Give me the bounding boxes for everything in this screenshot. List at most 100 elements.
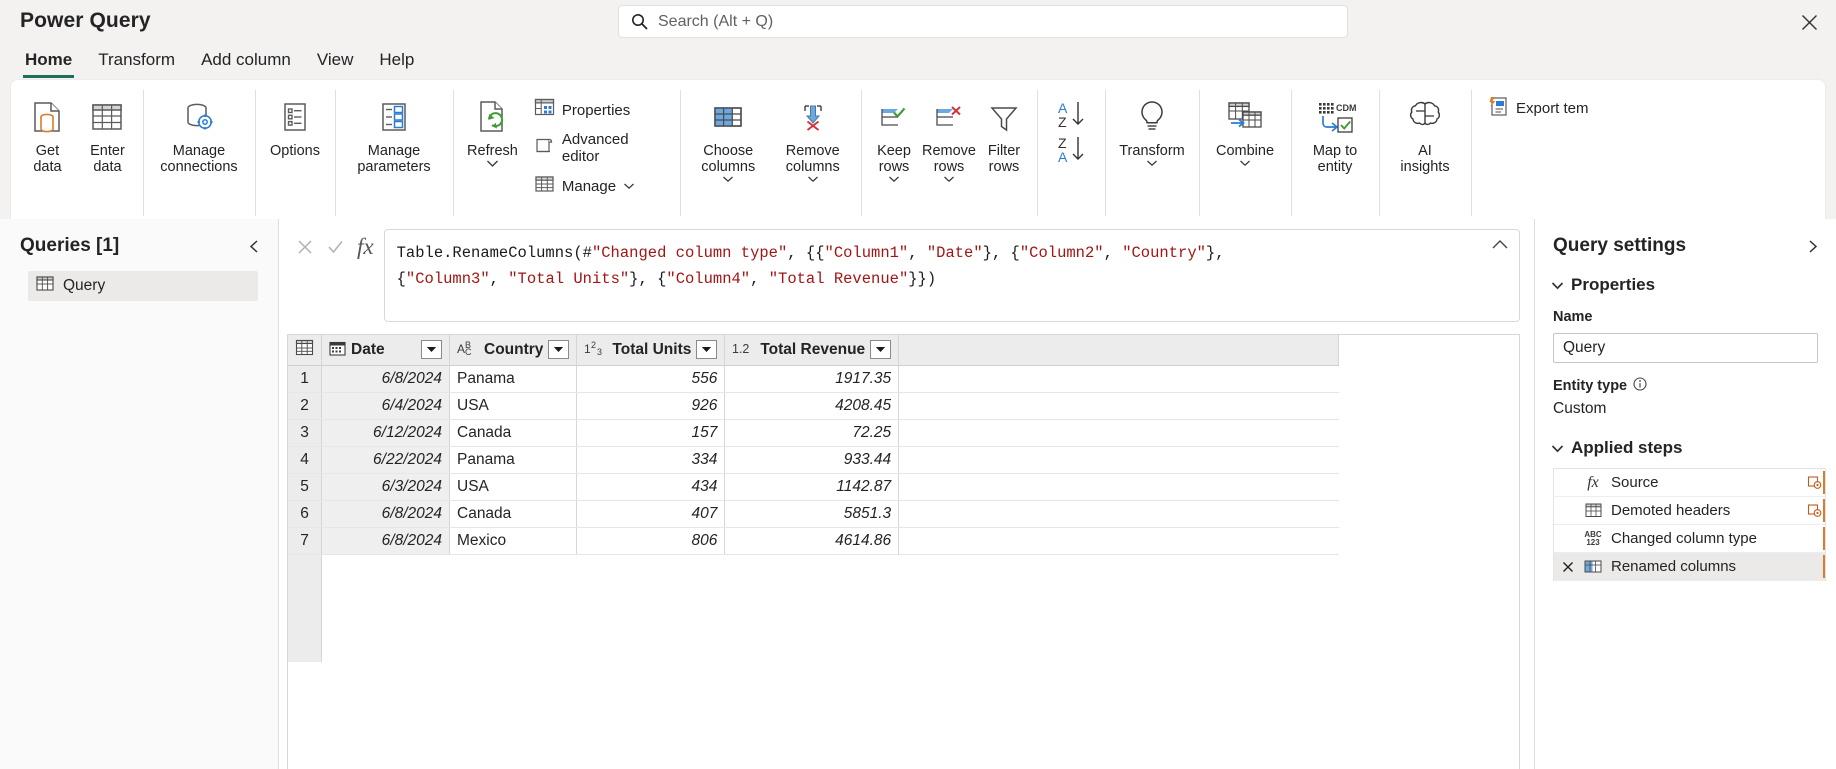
properties-section-header[interactable]: Properties: [1535, 263, 1836, 299]
cell-total-units[interactable]: 434: [576, 473, 726, 501]
applied-steps-section-header[interactable]: Applied steps: [1535, 418, 1836, 462]
cell-country[interactable]: Panama: [449, 365, 578, 393]
settings-gear-icon[interactable]: [1805, 475, 1823, 490]
cell-total-revenue[interactable]: 4208.45: [724, 392, 900, 420]
column-filter-dropdown-icon[interactable]: [696, 340, 718, 360]
tab-home[interactable]: Home: [12, 50, 85, 78]
cell-total-units[interactable]: 157: [576, 419, 726, 447]
filter-rows-button[interactable]: Filter rows: [977, 88, 1031, 175]
remove-columns-button[interactable]: Remove columns: [771, 88, 856, 183]
chevron-right-icon[interactable]: [1802, 236, 1822, 256]
table-row[interactable]: 5 6/3/2024 USA 434 1142.87: [288, 473, 1339, 501]
cell-total-units[interactable]: 407: [576, 500, 726, 528]
applied-step-renamed-columns[interactable]: Renamed columns: [1554, 553, 1825, 581]
column-header-total-revenue[interactable]: 1.2 Total Revenue: [724, 335, 900, 366]
get-data-button[interactable]: Get data: [17, 88, 78, 175]
accept-check-icon[interactable]: [321, 233, 349, 261]
cell-country[interactable]: Panama: [449, 446, 578, 474]
query-list-item[interactable]: Query: [28, 271, 258, 301]
properties-button[interactable]: Properties: [530, 94, 670, 126]
cancel-x-icon[interactable]: [291, 233, 319, 261]
info-icon[interactable]: [1633, 377, 1647, 395]
chevron-down-icon[interactable]: [1239, 159, 1251, 167]
cell-total-revenue[interactable]: 72.25: [724, 419, 900, 447]
cell-total-units[interactable]: 806: [576, 527, 726, 555]
preview-table: Date A B C Country 1 2 3 Total Units 1.2 Total Rev…: [288, 335, 1340, 662]
cell-date[interactable]: 6/12/2024: [321, 419, 450, 447]
column-filter-dropdown-icon[interactable]: [870, 340, 892, 360]
cell-total-revenue[interactable]: 4614.86: [724, 527, 900, 555]
chevron-left-icon[interactable]: [244, 236, 264, 256]
column-header-country[interactable]: A B C Country: [449, 335, 578, 366]
cell-total-revenue[interactable]: 1142.87: [724, 473, 900, 501]
remove-rows-button[interactable]: Remove rows: [921, 88, 977, 183]
chevron-down-icon[interactable]: [722, 175, 734, 183]
advanced-editor-button[interactable]: Advanced editor: [530, 128, 670, 168]
cell-total-units[interactable]: 926: [576, 392, 726, 420]
cell-country[interactable]: Canada: [449, 500, 578, 528]
name-input[interactable]: Query: [1553, 333, 1818, 363]
table-row[interactable]: 4 6/22/2024 Panama 334 933.44: [288, 446, 1339, 474]
ai-insights-button[interactable]: AI insights: [1385, 88, 1465, 175]
close-icon[interactable]: [1796, 9, 1822, 35]
delete-step-icon[interactable]: [1560, 561, 1575, 573]
cell-country[interactable]: Canada: [449, 419, 578, 447]
column-filter-dropdown-icon[interactable]: [421, 340, 442, 360]
cell-date[interactable]: 6/8/2024: [321, 365, 450, 393]
keep-rows-button[interactable]: Keep rows: [867, 88, 921, 183]
table-row[interactable]: 2 6/4/2024 USA 926 4208.45: [288, 392, 1339, 420]
chevron-down-icon[interactable]: [888, 175, 900, 183]
combine-button[interactable]: Combine: [1205, 88, 1285, 167]
applied-step-source[interactable]: fx Source: [1554, 469, 1825, 497]
cell-date[interactable]: 6/4/2024: [321, 392, 450, 420]
column-header-total-units[interactable]: 1 2 3 Total Units: [576, 335, 726, 366]
cell-country[interactable]: Mexico: [449, 527, 578, 555]
chevron-down-icon[interactable]: [623, 177, 635, 195]
table-row[interactable]: 1 6/8/2024 Panama 556 1917.35: [288, 365, 1339, 393]
search-input[interactable]: [658, 12, 1335, 31]
select-all-table-icon[interactable]: [288, 335, 322, 366]
settings-gear-icon[interactable]: [1805, 503, 1823, 518]
chevron-down-icon[interactable]: [943, 175, 955, 183]
tab-view[interactable]: View: [304, 50, 367, 78]
enter-data-button[interactable]: Enter data: [78, 88, 137, 175]
options-button[interactable]: Options: [261, 88, 329, 159]
applied-step-changed-column-type[interactable]: ABC 123 Changed column type: [1554, 525, 1825, 553]
cell-total-units[interactable]: 334: [576, 446, 726, 474]
tab-add-column[interactable]: Add column: [188, 50, 304, 78]
formula-collapse-icon[interactable]: [1491, 238, 1511, 258]
cell-date[interactable]: 6/8/2024: [321, 527, 450, 555]
tab-transform[interactable]: Transform: [85, 50, 188, 78]
cell-country[interactable]: USA: [449, 473, 578, 501]
chevron-down-icon[interactable]: [1146, 159, 1158, 167]
tab-help[interactable]: Help: [366, 50, 427, 78]
chevron-down-icon[interactable]: [807, 175, 819, 183]
manage-button[interactable]: Manage: [530, 170, 670, 202]
cell-total-revenue[interactable]: 5851.3: [724, 500, 900, 528]
chevron-down-icon[interactable]: [486, 159, 499, 168]
entity-type-label: Entity type: [1553, 378, 1628, 394]
table-row[interactable]: 6 6/8/2024 Canada 407 5851.3: [288, 500, 1339, 528]
applied-step-demoted-headers[interactable]: Demoted headers: [1554, 497, 1825, 525]
cell-country[interactable]: USA: [449, 392, 578, 420]
column-filter-dropdown-icon[interactable]: [548, 340, 570, 360]
map-to-entity-button[interactable]: CDM Map to entity: [1297, 88, 1373, 175]
column-header-date[interactable]: Date: [321, 335, 450, 366]
search-box[interactable]: [618, 5, 1348, 38]
manage-parameters-button[interactable]: Manage parameters: [341, 88, 447, 175]
export-template-button[interactable]: Export tem: [1483, 92, 1597, 125]
choose-columns-button[interactable]: Choose columns: [686, 88, 771, 183]
table-row[interactable]: 7 6/8/2024 Mexico 806 4614.86: [288, 527, 1339, 555]
cell-date[interactable]: 6/8/2024: [321, 500, 450, 528]
cell-total-revenue[interactable]: 1917.35: [724, 365, 900, 393]
cell-total-units[interactable]: 556: [576, 365, 726, 393]
table-row[interactable]: 3 6/12/2024 Canada 157 72.25: [288, 419, 1339, 447]
transform-button[interactable]: Transform: [1111, 88, 1193, 167]
cell-date[interactable]: 6/3/2024: [321, 473, 450, 501]
refresh-button[interactable]: Refresh: [459, 88, 526, 168]
cell-total-revenue[interactable]: 933.44: [724, 446, 900, 474]
cell-date[interactable]: 6/22/2024: [321, 446, 450, 474]
sort-buttons[interactable]: A Z Z A: [1043, 88, 1099, 172]
formula-input[interactable]: Table.RenameColumns(#"Changed column typ…: [383, 229, 1520, 322]
manage-connections-button[interactable]: Manage connections: [149, 88, 249, 175]
